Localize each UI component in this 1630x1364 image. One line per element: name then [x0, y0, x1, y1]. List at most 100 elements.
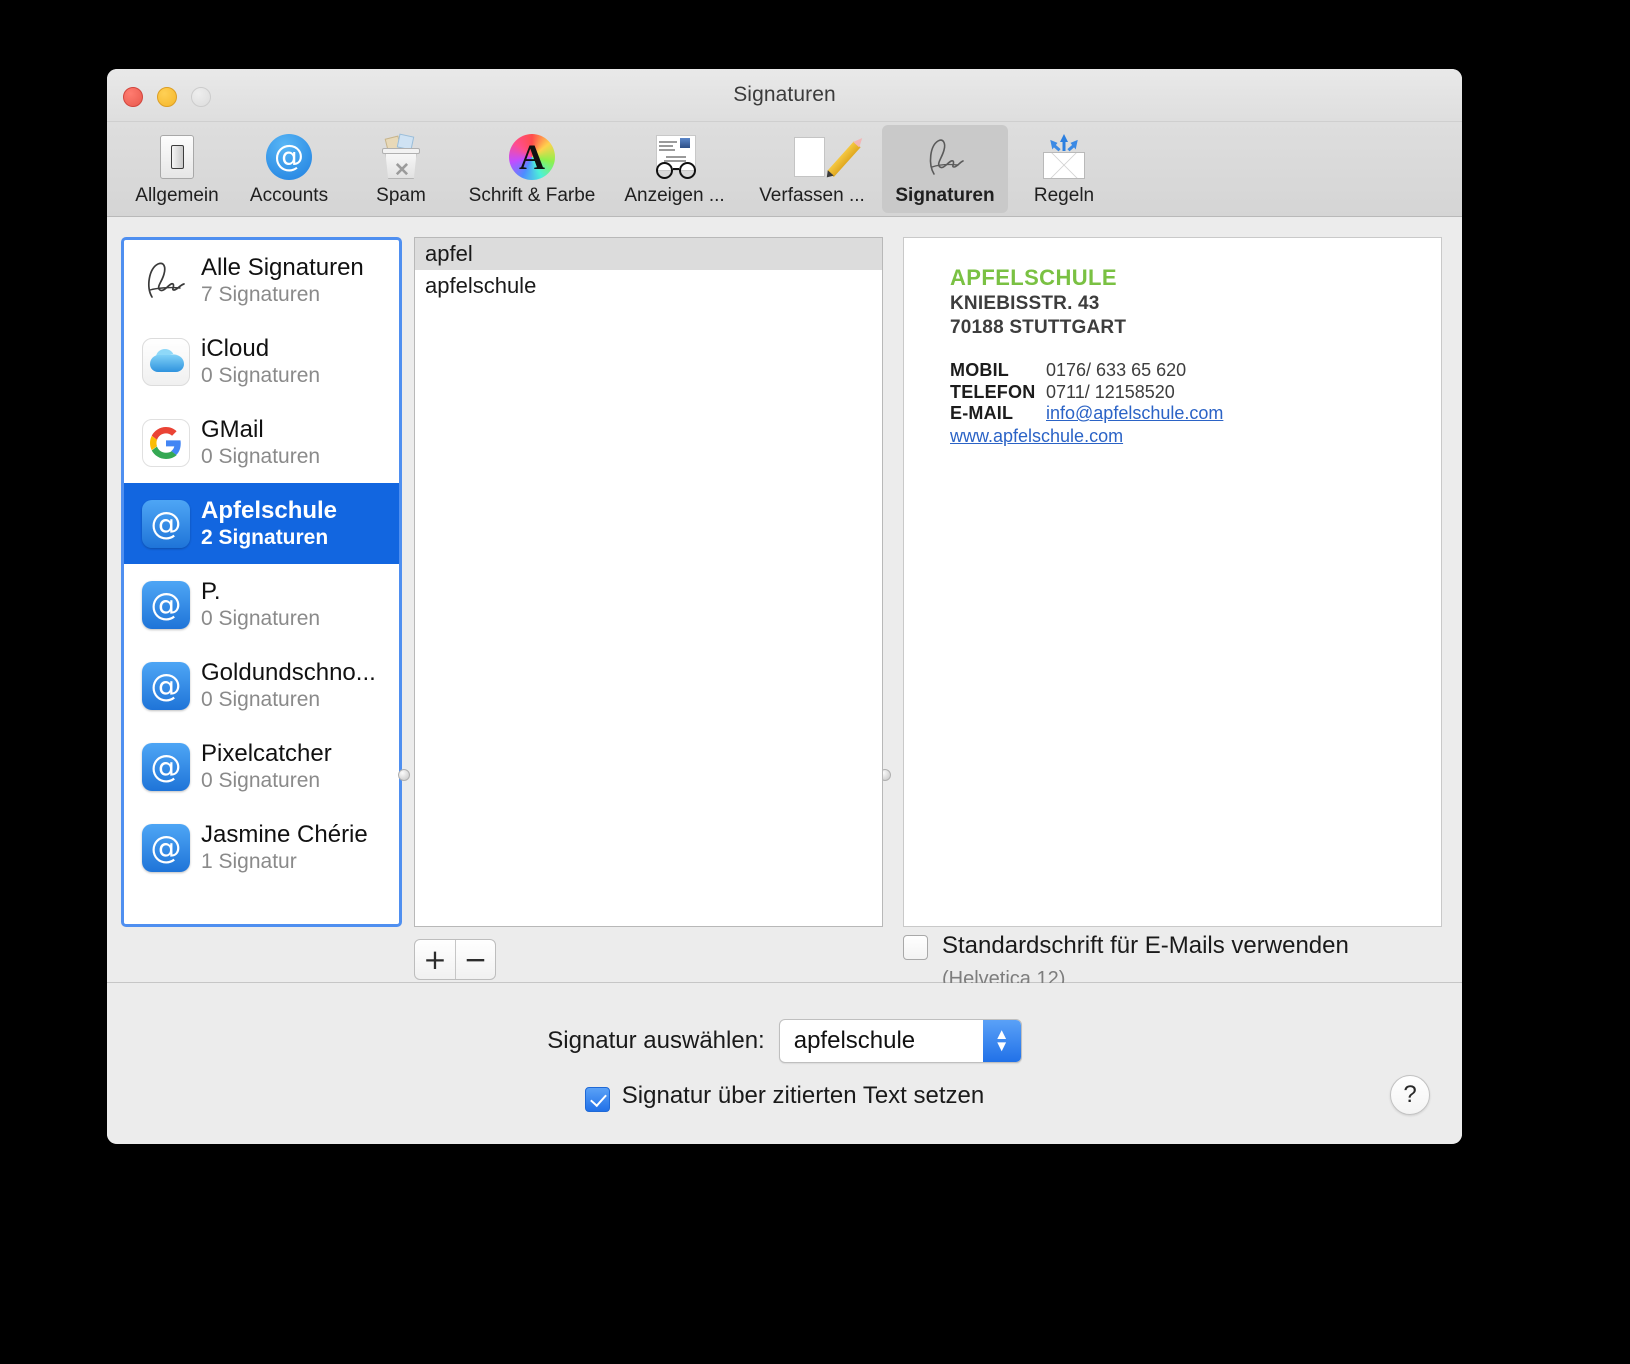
default-font-row[interactable]: Standardschrift für E-Mails verwenden: [903, 929, 1443, 964]
toolbar-item-label: Allgemein: [135, 185, 219, 206]
sidebar-item-name: Jasmine Chérie: [201, 821, 368, 849]
at-sign-icon: @: [140, 498, 192, 550]
preferences-toolbar: Allgemein @ Accounts ✕ Spam A Schrift & …: [107, 122, 1462, 217]
signature-contact-rows: MOBIL 0176/ 633 65 620 TELEFON 0711/ 121…: [950, 360, 1441, 447]
quoted-text-label: Signatur über zitierten Text setzen: [621, 1082, 985, 1109]
toolbar-item-label: Verfassen ...: [759, 185, 865, 206]
default-font-label: Standardschrift für E-Mails verwenden: [942, 932, 1349, 959]
sidebar-item-count: 0 Signaturen: [201, 607, 321, 631]
toolbar-item-label: Schrift & Farbe: [468, 185, 596, 206]
chevron-updown-icon: ▲ ▼: [982, 1020, 1021, 1062]
signature-website-row: www.apfelschule.com: [950, 426, 1441, 448]
add-signature-button[interactable]: +: [415, 940, 455, 979]
toolbar-item-schrift-farbe[interactable]: A Schrift & Farbe: [457, 125, 607, 213]
toolbar-item-verfassen[interactable]: Verfassen ...: [742, 125, 882, 213]
trash-icon: ✕: [373, 130, 429, 184]
signature-city: 70188 STUTTGART: [950, 317, 1127, 339]
toolbar-item-signaturen[interactable]: Signaturen: [882, 125, 1008, 213]
sidebar-item-name: iCloud: [201, 335, 270, 363]
toolbar-item-spam[interactable]: ✕ Spam: [345, 125, 457, 213]
sidebar-item-goldundschnee[interactable]: @ Goldundschno... 0 Signaturen: [124, 645, 399, 726]
sidebar-item-name: P.: [201, 578, 221, 606]
toolbar-item-label: Signaturen: [895, 185, 995, 206]
sidebar-item-count: 0 Signaturen: [201, 364, 321, 388]
signature-contact-row: E-MAIL info@apfelschule.com: [950, 403, 1441, 425]
quoted-text-option-row[interactable]: Signatur über zitierten Text setzen: [107, 1079, 1462, 1114]
toolbar-item-allgemein[interactable]: Allgemein: [121, 125, 233, 213]
sidebar-item-count: 7 Signaturen: [201, 283, 321, 307]
default-font-option: Standardschrift für E-Mails verwenden (H…: [903, 929, 1443, 991]
email-link[interactable]: info@apfelschule.com: [1046, 403, 1223, 425]
sidebar-item-count: 0 Signaturen: [201, 688, 321, 712]
accounts-sidebar[interactable]: Alle Signaturen 7 Signaturen iCloud 0 Si…: [121, 237, 402, 927]
signature-chooser-label: Signatur auswählen:: [547, 1027, 765, 1054]
signature-content: APFELSCHULE KNIEBISSTR. 43 70188 STUTTGA…: [904, 238, 1441, 447]
signature-company: APFELSCHULE: [950, 265, 1117, 290]
icloud-icon: [140, 336, 192, 388]
toolbar-item-label: Regeln: [1033, 185, 1095, 206]
contact-value: 0711/ 12158520: [1046, 381, 1175, 402]
default-font-checkbox[interactable]: [903, 935, 928, 960]
sidebar-item-name: Apfelschule: [201, 497, 338, 525]
contact-value: 0176/ 633 65 620: [1046, 360, 1187, 381]
toolbar-item-accounts[interactable]: @ Accounts: [233, 125, 345, 213]
at-sign-icon: @: [261, 130, 317, 184]
quoted-text-checkbox[interactable]: [584, 1086, 610, 1112]
sidebar-item-name: Alle Signaturen: [201, 254, 364, 282]
glasses-icon: [647, 130, 703, 184]
pencil-icon: [784, 130, 861, 184]
at-sign-icon: @: [140, 822, 192, 874]
signature-icon: [140, 255, 192, 307]
sidebar-item-p[interactable]: @ P. 0 Signaturen: [124, 564, 399, 645]
list-item[interactable]: apfelschule: [415, 270, 882, 302]
toolbar-item-label: Spam: [376, 185, 426, 206]
sidebar-item-icloud[interactable]: iCloud 0 Signaturen: [124, 321, 399, 402]
add-remove-signature-buttons[interactable]: + −: [414, 939, 496, 980]
title-bar: Signaturen: [107, 69, 1462, 122]
sidebar-item-name: GMail: [201, 416, 264, 444]
font-color-icon: A: [504, 130, 560, 184]
toolbar-item-anzeigen[interactable]: Anzeigen ...: [607, 125, 742, 213]
splitter-handle-left[interactable]: [398, 769, 410, 781]
toolbar-item-label: Anzeigen ...: [624, 185, 725, 206]
window-title: Signaturen: [733, 83, 836, 106]
signature-chooser-row: Signatur auswählen: apfelschule ▲ ▼: [107, 1019, 1462, 1063]
rules-icon: [1036, 130, 1092, 184]
sidebar-item-gmail[interactable]: GMail 0 Signaturen: [124, 402, 399, 483]
remove-signature-button[interactable]: −: [455, 940, 495, 979]
signature-preview-panel[interactable]: APFELSCHULE KNIEBISSTR. 43 70188 STUTTGA…: [903, 237, 1442, 927]
sidebar-item-alle-signaturen[interactable]: Alle Signaturen 7 Signaturen: [124, 240, 399, 321]
at-sign-icon: @: [140, 741, 192, 793]
signature-chooser-value: apfelschule: [793, 1027, 916, 1054]
signature-street: KNIEBISSTR. 43: [950, 293, 1100, 315]
toolbar-item-label: Accounts: [249, 185, 329, 206]
toolbar-item-regeln[interactable]: Regeln: [1008, 125, 1120, 213]
contact-key: TELEFON: [950, 381, 1036, 402]
general-icon: [149, 130, 205, 184]
signature-icon: [917, 130, 973, 184]
website-link[interactable]: www.apfelschule.com: [950, 426, 1123, 448]
contact-key: E-MAIL: [950, 403, 1014, 424]
sidebar-item-name: Pixelcatcher: [201, 740, 332, 768]
signature-contact-row: MOBIL 0176/ 633 65 620: [950, 360, 1441, 382]
sidebar-item-count: 1 Signatur: [201, 850, 297, 874]
sidebar-item-apfelschule[interactable]: @ Apfelschule 2 Signaturen: [124, 483, 399, 564]
sidebar-item-count: 0 Signaturen: [201, 445, 321, 469]
signature-contact-row: TELEFON 0711/ 12158520: [950, 382, 1441, 404]
at-sign-icon: @: [140, 660, 192, 712]
at-sign-icon: @: [140, 579, 192, 631]
google-icon: [140, 417, 192, 469]
signatures-preferences-window: Signaturen Allgemein @ Accounts ✕ Spam A…: [107, 69, 1462, 1144]
sidebar-item-count: 2 Signaturen: [201, 526, 329, 550]
preferences-footer: Signatur auswählen: apfelschule ▲ ▼ Signa…: [107, 983, 1462, 1143]
sidebar-item-name: Goldundschno...: [201, 659, 376, 687]
preferences-body: Alle Signaturen 7 Signaturen iCloud 0 Si…: [107, 217, 1462, 990]
signature-chooser-dropdown[interactable]: apfelschule ▲ ▼: [778, 1019, 1022, 1063]
sidebar-item-pixelcatcher[interactable]: @ Pixelcatcher 0 Signaturen: [124, 726, 399, 807]
contact-key: MOBIL: [950, 360, 1009, 381]
sidebar-item-jasmine-cherie[interactable]: @ Jasmine Chérie 1 Signatur: [124, 807, 399, 888]
list-item[interactable]: apfel: [415, 238, 882, 270]
sidebar-item-count: 0 Signaturen: [201, 769, 321, 793]
help-button[interactable]: ?: [1390, 1075, 1430, 1115]
signature-list[interactable]: apfel apfelschule: [414, 237, 883, 927]
